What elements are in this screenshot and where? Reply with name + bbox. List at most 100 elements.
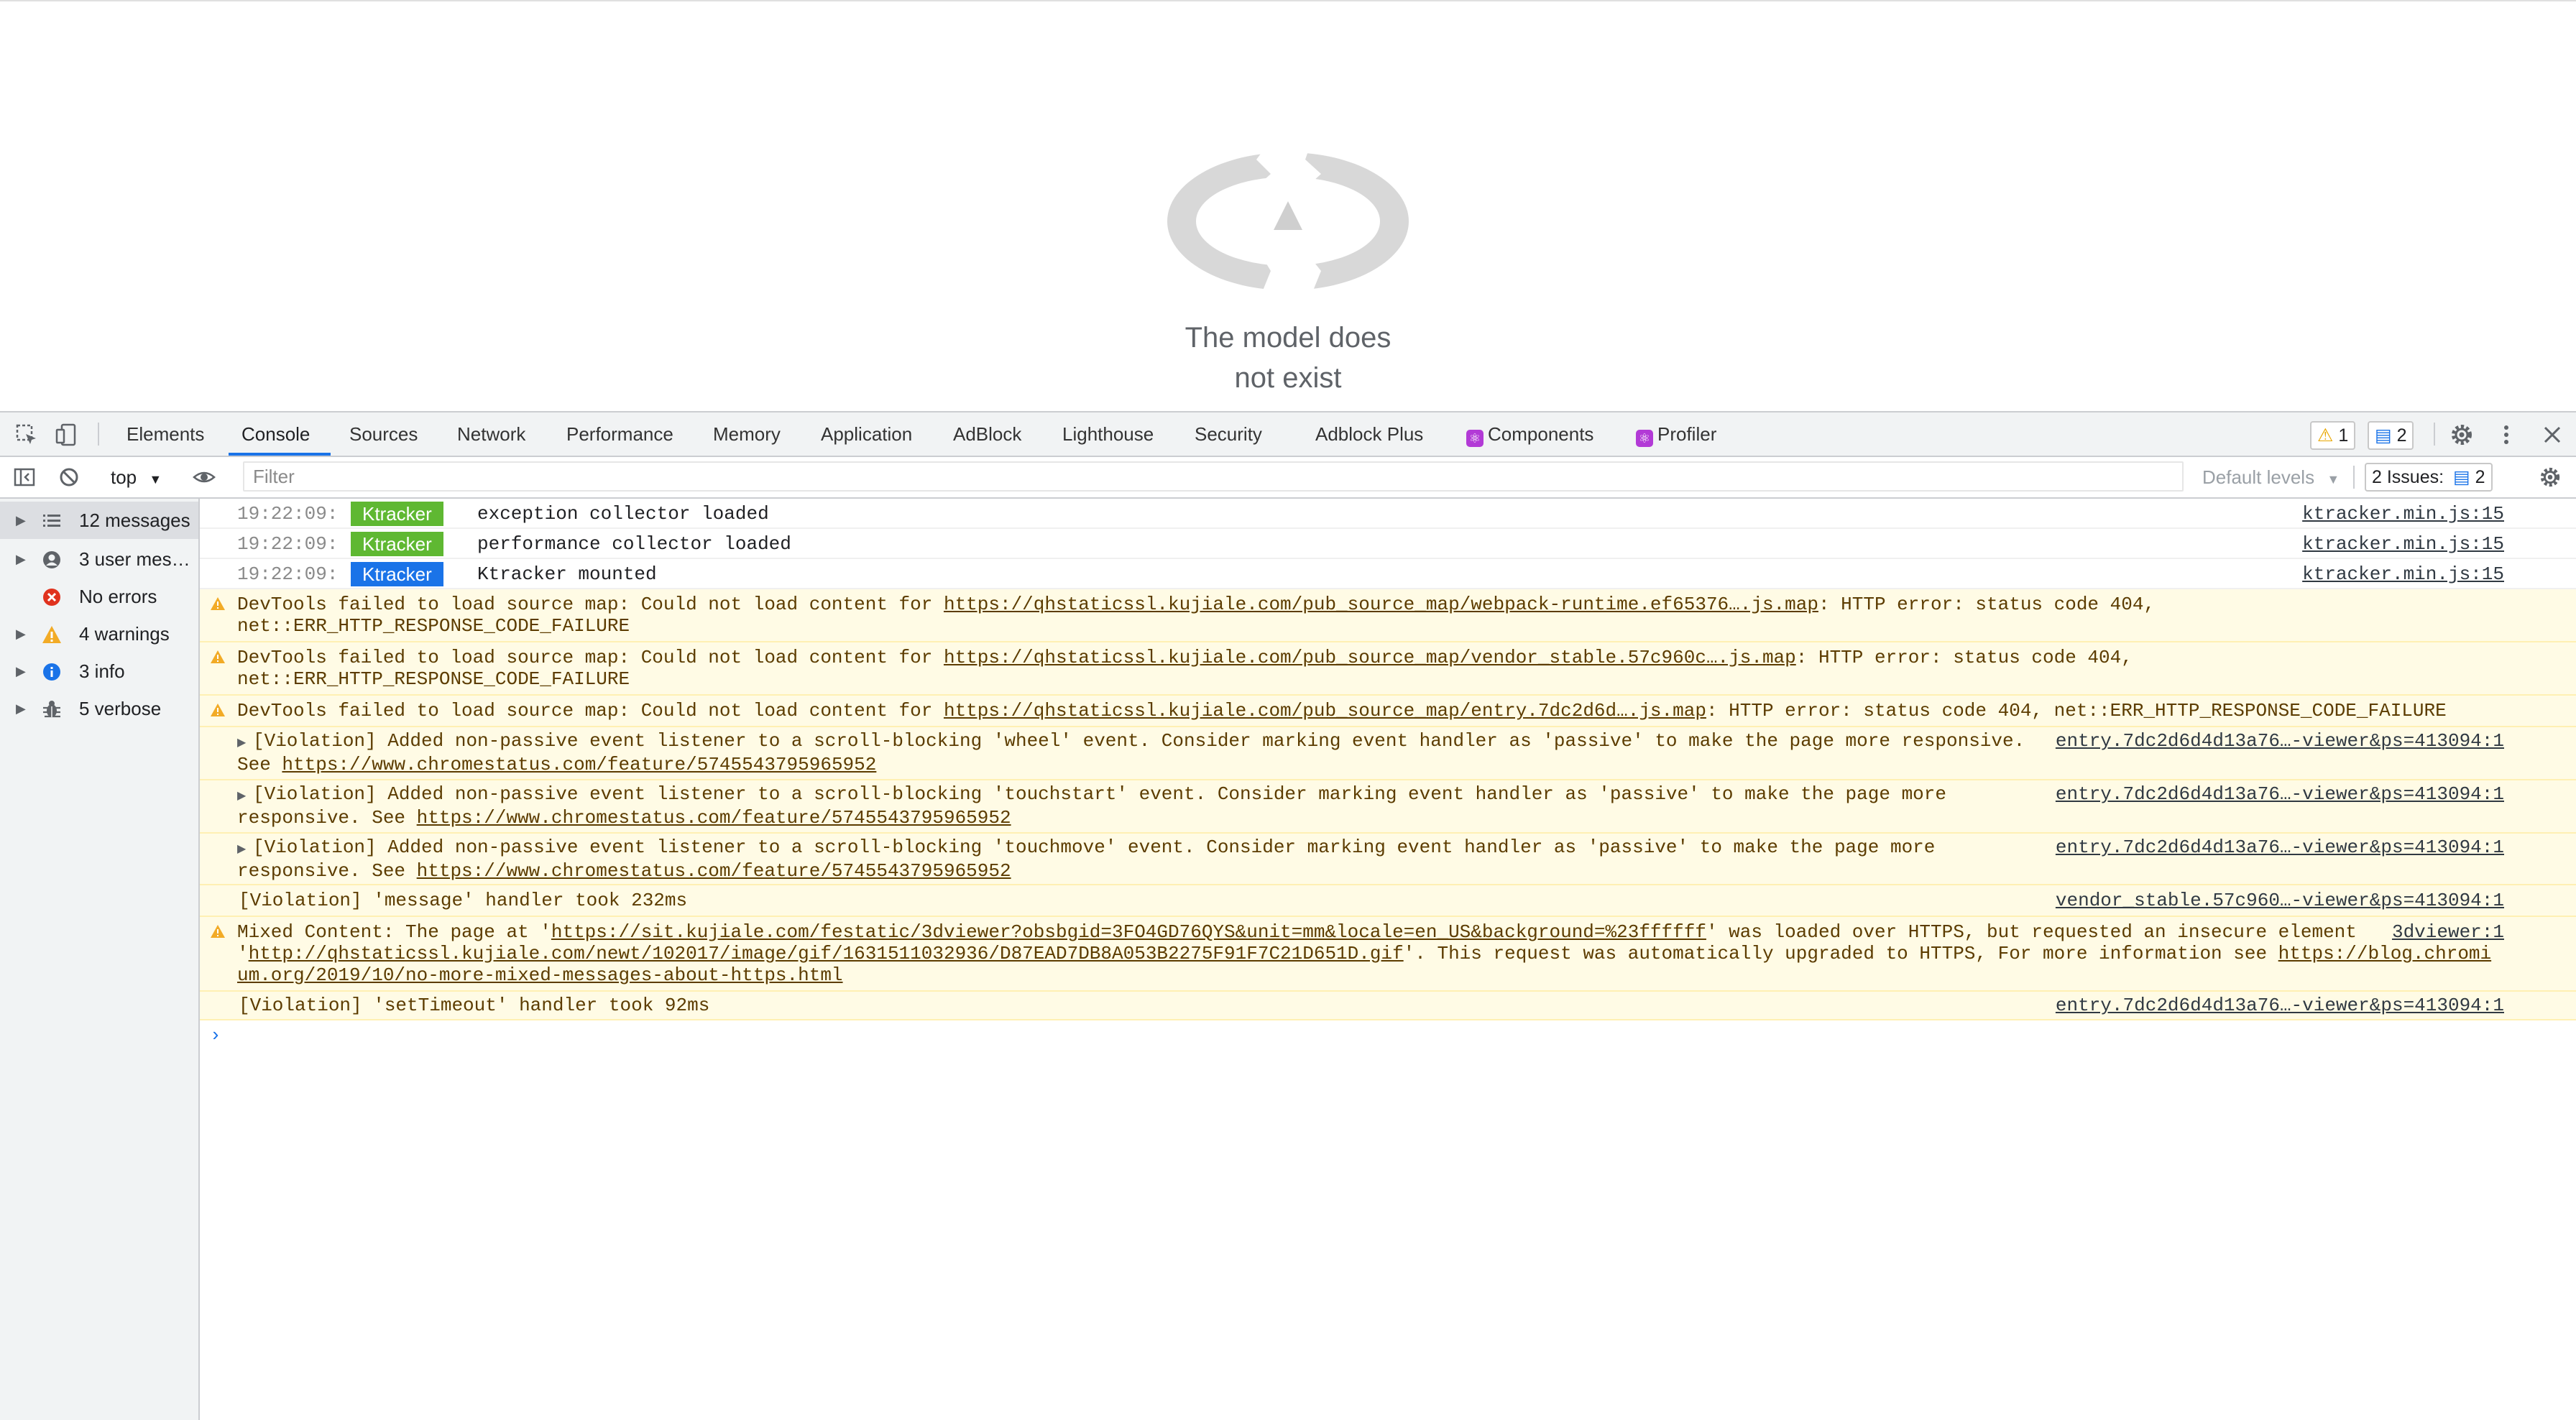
info-count-chip[interactable]: ▤ 2 [2368, 421, 2414, 450]
tab-console[interactable]: Console [239, 412, 313, 456]
tab-application[interactable]: Application [818, 412, 915, 456]
insecure-element-link[interactable]: http://qhstaticssl.kujiale.com/newt/1020… [249, 943, 1404, 964]
inspect-element-icon[interactable] [14, 423, 39, 447]
issues-label: 2 Issues: [2372, 467, 2444, 487]
chevron-down-icon: ▼ [149, 472, 162, 487]
source-link[interactable]: entry.7dc2d6d4d13a76…-viewer&ps=413094:1 [2056, 995, 2504, 1016]
tab-adblock[interactable]: AdBlock [950, 412, 1024, 456]
source-link[interactable]: entry.7dc2d6d4d13a76…-viewer&ps=413094:1 [2056, 783, 2504, 805]
source-link[interactable]: ktracker.min.js:15 [2302, 499, 2504, 529]
ktracker-badge: Ktracker [351, 532, 443, 556]
console-violation-row: ▶ [Violation] Added non-passive event lis… [200, 727, 2576, 780]
console-toolbar: top ▼ Default levels ▼ 2 Issues: ▤ 2 [0, 457, 2576, 499]
model-message: The model does not exist [1108, 318, 1468, 398]
console-row: 19:22:09: Ktracker exception collector l… [200, 499, 2576, 529]
expand-arrow-icon[interactable]: ▶ [237, 839, 253, 860]
console-filter-input[interactable] [243, 461, 2184, 492]
console-warning-row: DevTools failed to load source map: Coul… [200, 642, 2576, 696]
issues-button[interactable]: 2 Issues: ▤ 2 [2365, 463, 2493, 492]
close-devtools-icon[interactable] [2540, 423, 2564, 447]
blog-link[interactable]: https://blog.chromi [2278, 943, 2491, 964]
clear-console-icon[interactable] [58, 466, 80, 489]
chromestatus-link[interactable]: https://www.chromestatus.com/feature/574… [417, 807, 1011, 829]
sidebar-item-messages[interactable]: ▶ 12 messages [0, 502, 198, 539]
violation-text: ▶ [Violation] Added non-passive event lis… [237, 783, 1946, 829]
tab-elements[interactable]: Elements [124, 412, 207, 456]
toggle-sidebar-icon[interactable] [13, 466, 36, 489]
console-prompt-chevron-icon[interactable]: › [210, 1025, 221, 1046]
tab-lighthouse[interactable]: Lighthouse [1059, 412, 1156, 456]
tab-adblock-plus[interactable]: Adblock Plus [1312, 412, 1426, 456]
sidebar-item-user-messages[interactable]: ▶ 3 user mes… [0, 540, 198, 578]
message-icon: ▤ [2453, 467, 2470, 487]
tab-sources[interactable]: Sources [346, 412, 420, 456]
page-viewport: The model does not exist [0, 0, 2576, 412]
ktracker-badge: Ktracker [351, 502, 443, 526]
console-settings-gear-icon[interactable] [2539, 466, 2562, 489]
sidebar-item-info[interactable]: ▶ 3 info [0, 653, 198, 690]
tab-components[interactable]: ⚛ Components [1463, 412, 1596, 456]
console-warning-row: DevTools failed to load source map: Coul… [200, 589, 2576, 642]
message-text: performance collector loaded [477, 533, 791, 555]
expand-arrow-icon: ▶ [16, 552, 26, 566]
source-link[interactable]: entry.7dc2d6d4d13a76…-viewer&ps=413094:1 [2056, 730, 2504, 752]
source-map-link[interactable]: https://qhstaticssl.kujiale.com/pub_sour… [944, 700, 1706, 721]
list-icon [43, 515, 60, 527]
toolbar-divider [2353, 466, 2355, 489]
device-toolbar-icon[interactable] [55, 423, 79, 447]
blog-link-continued[interactable]: um.org/2019/10/no-more-mixed-messages-ab… [237, 964, 843, 986]
sidebar-item-warnings[interactable]: ▶ 4 warnings [0, 615, 198, 653]
message-text: Ktracker mounted [477, 563, 657, 585]
context-select[interactable]: top ▼ [111, 464, 162, 490]
live-expression-eye-icon[interactable] [193, 466, 216, 489]
tab-memory[interactable]: Memory [710, 412, 783, 456]
message-text: exception collector loaded [477, 503, 769, 525]
expand-arrow-icon: ▶ [16, 664, 26, 678]
devtools-panel: Elements Console Sources Network Perform… [0, 411, 2576, 1420]
sidebar-item-label: 4 warnings [79, 623, 170, 645]
warning-count-chip[interactable]: ⚠ 1 [2310, 421, 2356, 450]
sidebar-item-label: 3 user mes… [79, 548, 190, 570]
source-link[interactable]: entry.7dc2d6d4d13a76…-viewer&ps=413094:1 [2056, 836, 2504, 858]
source-map-link[interactable]: https://qhstaticssl.kujiale.com/pub_sour… [944, 594, 1818, 615]
settings-gear-icon[interactable] [2450, 423, 2474, 447]
violation-text: ▶ [Violation] Added non-passive event lis… [237, 836, 1936, 882]
model-message-line2: not exist [1234, 362, 1342, 394]
expand-arrow-icon: ▶ [16, 513, 26, 527]
warning-text: DevTools failed to load source map: Coul… [237, 700, 2447, 721]
ktracker-badge: Ktracker [351, 562, 443, 586]
tab-network[interactable]: Network [454, 412, 528, 456]
log-levels-label: Default levels [2202, 466, 2315, 488]
sidebar-item-label: 5 verbose [79, 698, 162, 719]
violation-text: [Violation] 'setTimeout' handler took 92… [239, 995, 710, 1016]
expand-arrow-icon[interactable]: ▶ [237, 732, 253, 754]
timestamp: 19:22:09: [237, 533, 339, 555]
message-icon: ▤ [2375, 425, 2392, 446]
tab-security[interactable]: Security [1192, 412, 1265, 456]
info-count: 2 [2396, 425, 2407, 446]
sidebar-item-errors[interactable]: No errors [0, 578, 198, 615]
console-row: 19:22:09: Ktracker performance collector… [200, 529, 2576, 559]
source-link[interactable]: 3dviewer:1 [2392, 921, 2504, 943]
tab-profiler[interactable]: ⚛ Profiler [1633, 412, 1719, 456]
sidebar-item-verbose[interactable]: ▶ 5 verbose [0, 690, 198, 727]
expand-arrow-icon[interactable]: ▶ [237, 785, 253, 807]
warning-icon [42, 626, 61, 643]
chromestatus-link[interactable]: https://www.chromestatus.com/feature/574… [417, 860, 1011, 882]
chromestatus-link[interactable]: https://www.chromestatus.com/feature/574… [282, 754, 876, 775]
timestamp: 19:22:09: [237, 503, 339, 525]
error-icon [43, 589, 60, 606]
page-url-link[interactable]: https://sit.kujiale.com/festatic/3dviewe… [551, 921, 1706, 943]
warning-count: 1 [2338, 425, 2349, 446]
model-message-line1: The model does [1184, 322, 1392, 354]
warning-icon [211, 704, 225, 716]
source-link[interactable]: vendor_stable.57c960…-viewer&ps=413094:1 [2056, 890, 2504, 911]
more-options-icon[interactable] [2494, 423, 2518, 447]
source-link[interactable]: ktracker.min.js:15 [2302, 559, 2504, 589]
source-map-link[interactable]: https://qhstaticssl.kujiale.com/pub_sour… [944, 647, 1796, 668]
violation-text: ▶ [Violation] Added non-passive event lis… [237, 730, 2025, 775]
log-levels-dropdown[interactable]: Default levels ▼ [2202, 464, 2340, 490]
source-link[interactable]: ktracker.min.js:15 [2302, 529, 2504, 559]
warning-icon [211, 597, 225, 610]
tab-performance[interactable]: Performance [564, 412, 676, 456]
